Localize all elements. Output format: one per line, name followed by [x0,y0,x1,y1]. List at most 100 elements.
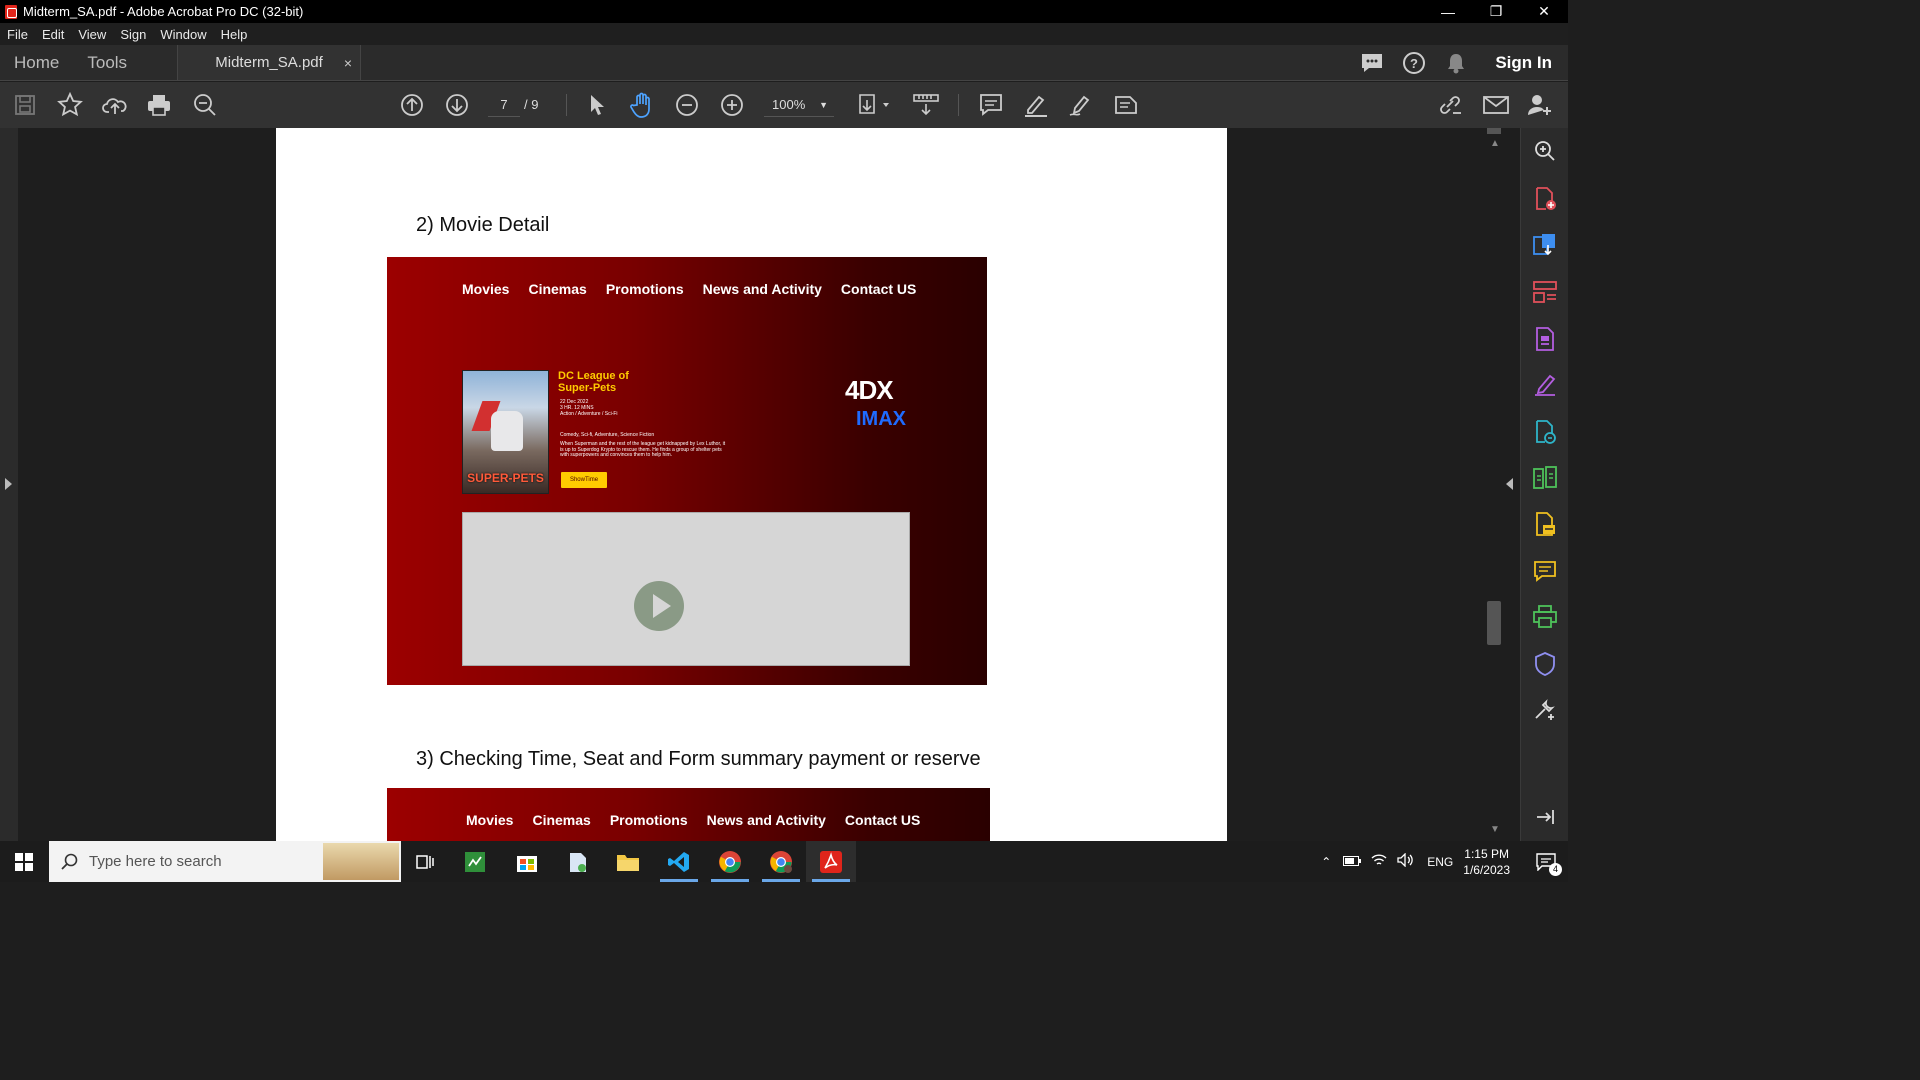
previous-page-icon[interactable] [399,82,425,128]
section-heading-checking-time: 3) Checking Time, Seat and Form summary … [416,748,981,770]
organize-pages-icon[interactable] [1533,280,1557,304]
expand-left-arrow-icon[interactable] [5,478,12,490]
page-number-input[interactable]: 7 [488,93,520,117]
mockup-nav-contact: Contact US [844,812,921,828]
minimize-button[interactable]: — [1424,0,1472,23]
export-pdf-icon[interactable] [1533,233,1557,257]
create-pdf-icon[interactable] [1533,187,1557,211]
cloud-upload-icon[interactable] [101,82,129,128]
tab-document[interactable]: Midterm_SA.pdf × [177,45,362,80]
left-panel-toggle[interactable] [0,128,18,841]
task-view-icon[interactable] [400,841,450,882]
tab-tools[interactable]: Tools [73,45,141,80]
hand-tool-icon[interactable] [628,82,656,128]
mockup-nav-cinemas: Cinemas [528,281,587,297]
menu-window[interactable]: Window [160,27,206,42]
print-icon[interactable] [146,82,172,128]
bookmark-star-icon[interactable] [56,82,84,128]
movie-title-line2: Super-Pets [558,382,617,394]
collapse-right-panel-icon[interactable] [1506,478,1513,490]
language-indicator[interactable]: ENG [1427,855,1453,869]
help-icon[interactable]: ? [1393,51,1435,75]
system-tray: ⌃ ENG 1:15 PM 1/6/2023 4 [1321,841,1568,882]
add-comment-icon[interactable] [978,82,1004,128]
close-tab-icon[interactable]: × [344,55,352,71]
scrolling-mode-icon[interactable] [912,82,940,128]
microsoft-store-icon[interactable] [502,841,552,882]
taskbar-app-drive-icon[interactable] [553,841,603,882]
tab-home[interactable]: Home [0,45,73,80]
section-heading-movie-detail: 2) Movie Detail [416,214,550,236]
taskbar-app-spreadsheet-icon[interactable] [450,841,500,882]
movie-detail-mockup: Movies Cinemas Promotions News and Activ… [387,257,987,685]
compare-files-icon[interactable] [1533,466,1557,490]
scroll-thumb[interactable] [1487,601,1501,645]
video-player-placeholder [462,512,910,666]
sign-in-button[interactable]: Sign In [1495,53,1552,73]
comment-tool-icon[interactable] [1533,559,1557,583]
more-tools-icon[interactable] [1533,698,1557,722]
export-images-icon[interactable] [1533,512,1557,536]
windows-start-icon[interactable] [0,841,48,882]
menu-edit[interactable]: Edit [42,27,64,42]
showtime-button: ShowTime [561,472,607,488]
next-page-icon[interactable] [444,82,470,128]
scroll-down-arrow-icon[interactable]: ▼ [1490,824,1500,835]
send-for-review-icon[interactable] [1533,420,1557,444]
vscode-icon[interactable] [654,841,704,882]
protect-shield-icon[interactable] [1533,652,1557,676]
window-controls: — ❐ ✕ [1424,0,1568,23]
share-link-icon[interactable] [1436,82,1464,128]
fill-and-sign-icon[interactable] [1533,373,1557,397]
volume-icon[interactable] [1397,852,1414,870]
select-cursor-icon[interactable] [586,82,608,128]
notification-center-icon[interactable]: 4 [1524,852,1568,876]
menu-help[interactable]: Help [221,27,248,42]
save-icon[interactable] [12,82,38,128]
notifications-bell-icon[interactable] [1435,52,1477,74]
menu-file[interactable]: File [7,27,28,42]
edit-pdf-icon[interactable] [1533,327,1557,351]
restore-button[interactable]: ❐ [1472,0,1520,23]
mockup-nav-cinemas: Cinemas [532,812,591,828]
highlight-pen-icon[interactable] [1022,82,1050,128]
movie-description: When Superman and the rest of the league… [560,441,726,458]
redact-tool-icon[interactable] [1112,82,1140,128]
wifi-icon[interactable] [1371,853,1387,870]
scroll-up-arrow-icon[interactable]: ▲ [1490,138,1500,149]
checkout-mockup: Movies Cinemas Promotions News and Activ… [387,788,990,841]
zoom-level-dropdown[interactable]: 100% ▼ [764,93,834,117]
email-icon[interactable] [1482,82,1510,128]
mockup-nav-news: News and Activity [706,812,826,828]
vertical-scrollbar[interactable]: ▲ ▼ [1486,128,1502,841]
zoom-in-icon[interactable] [719,82,745,128]
poster-title: SUPER-PETS [467,471,544,485]
collapse-tools-panel-icon[interactable] [1533,805,1557,829]
zoom-out-icon[interactable] [674,82,700,128]
taskbar-search-box[interactable]: Type here to search [49,841,401,882]
clock-date: 1/6/2023 [1463,862,1510,877]
sign-pen-icon[interactable] [1067,82,1095,128]
show-hidden-icons-chevron-icon[interactable]: ⌃ [1321,855,1331,869]
clock[interactable]: 1:15 PM 1/6/2023 [1463,846,1510,878]
menu-sign[interactable]: Sign [120,27,146,42]
print-production-icon[interactable] [1533,605,1557,629]
mockup-nav-movies: Movies [466,812,514,828]
page-fit-icon[interactable] [856,82,892,128]
chrome-icon[interactable] [705,841,755,882]
clock-time: 1:15 PM [1464,846,1509,861]
document-workspace[interactable]: 2) Movie Detail Movies Cinemas Promotion… [0,128,1520,841]
search-zoom-icon[interactable] [1533,139,1557,163]
add-user-icon[interactable] [1526,82,1554,128]
chrome-profile-icon[interactable] [756,841,806,882]
movie-genres: Comedy, Sci-fi, Adventure, Science Ficti… [560,432,655,438]
comments-icon[interactable] [1351,52,1393,74]
format-imax-logo: IMAX [856,408,906,430]
menu-view[interactable]: View [78,27,106,42]
adobe-acrobat-taskbar-icon[interactable] [806,841,856,882]
file-explorer-icon[interactable] [603,841,653,882]
zoom-out-search-icon[interactable] [192,82,218,128]
right-tools-panel [1520,128,1568,841]
close-button[interactable]: ✕ [1520,0,1568,23]
battery-icon[interactable] [1343,855,1362,869]
